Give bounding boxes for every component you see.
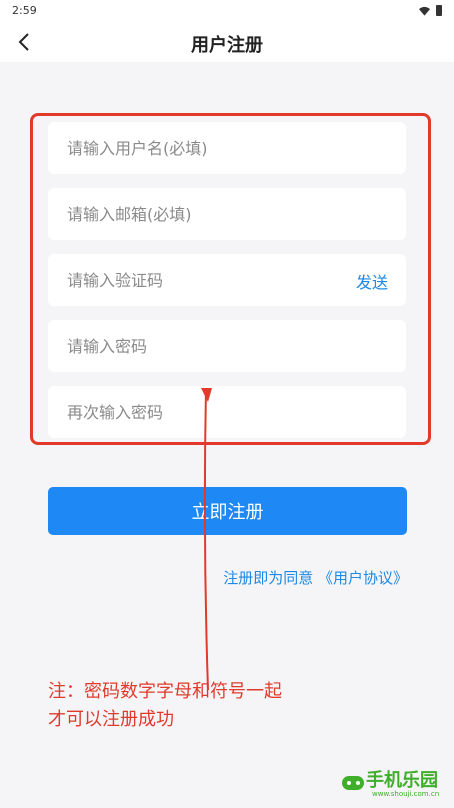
confirm-password-input[interactable] [48, 386, 406, 438]
agreement-prefix: 注册即为同意 [223, 569, 314, 587]
app-bar: 用户注册 [0, 22, 454, 62]
gamepad-icon [342, 776, 364, 790]
annotation-note: 注：密码数字字母和符号一起 才可以注册成功 [48, 678, 282, 734]
password-field [48, 320, 406, 372]
confirm-password-field [48, 386, 406, 438]
battery-icon [436, 5, 442, 16]
user-agreement-link[interactable]: 《用户协议》 [318, 569, 408, 587]
password-input[interactable] [48, 320, 406, 372]
send-code-button[interactable]: 发送 [356, 269, 388, 293]
watermark-url: www.shouji.com.cn [372, 790, 440, 798]
registration-form: 发送 [48, 122, 406, 452]
email-field [48, 188, 406, 240]
status-time: 2:59 [12, 4, 37, 17]
status-icons [419, 5, 442, 16]
watermark-logo: 手机乐园 www.shouji.com.cn [340, 764, 450, 804]
wifi-icon [419, 6, 430, 16]
username-input[interactable] [48, 122, 406, 174]
watermark-name: 手机乐园 [366, 770, 438, 791]
annotation-line-1: 注：密码数字字母和符号一起 [48, 681, 282, 702]
code-field: 发送 [48, 254, 406, 306]
email-input[interactable] [48, 188, 406, 240]
register-button[interactable]: 立即注册 [48, 487, 407, 535]
agreement-text: 注册即为同意 《用户协议》 [223, 567, 408, 588]
verification-code-input[interactable] [48, 254, 406, 306]
status-bar: 2:59 [0, 0, 454, 22]
username-field [48, 122, 406, 174]
annotation-line-2: 才可以注册成功 [48, 709, 174, 730]
page-title: 用户注册 [191, 35, 263, 56]
